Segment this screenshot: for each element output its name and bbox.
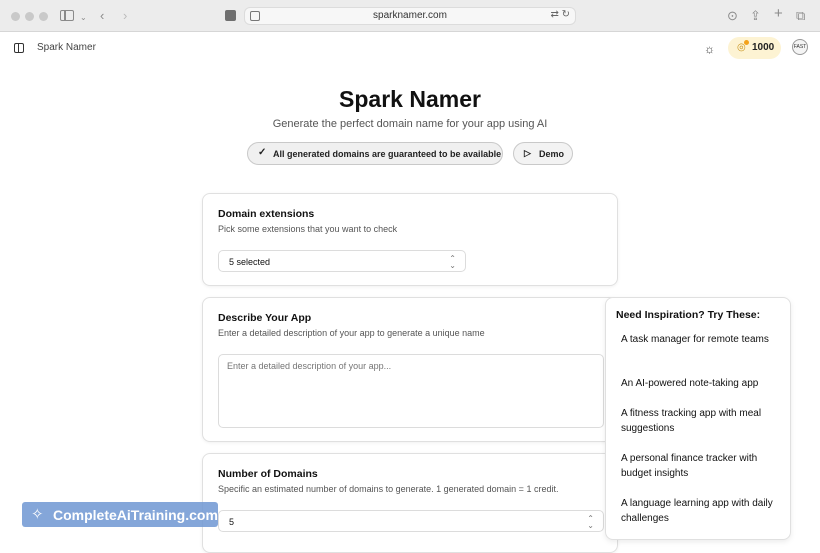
credits-badge[interactable]: ◎ 1000 [728,37,781,59]
forward-arrow-icon[interactable]: › [123,8,127,24]
play-icon: ▷ [524,148,531,158]
page-title: Spark Namer [339,86,481,112]
check-icon: ✓ [258,147,267,158]
domain-extensions-card: Domain extensions Pick some extensions t… [202,193,618,286]
inspiration-item[interactable]: A fitness tracking app with meal suggest… [621,406,781,436]
app-header: Spark Namer ☼ ◎ 1000 FAST [0,33,820,63]
minimize-window-button[interactable] [25,12,34,21]
inspiration-title: Need Inspiration? Try These: [616,309,761,321]
domain-extensions-description: Pick some extensions that you want to ch… [218,224,398,234]
inspiration-item[interactable]: A task manager for remote teams [621,332,781,347]
describe-app-description: Enter a detailed description of your app… [218,328,485,338]
number-of-domains-value: 5 [229,517,235,527]
watermark-text: CompleteAiTraining.com [53,507,218,523]
guarantee-badge: ✓ All generated domains are guaranteed t… [247,142,503,165]
sidebar-icon[interactable] [14,43,24,53]
chevron-up-down-icon[interactable]: ⌃ ⌄ [587,515,594,530]
download-icon[interactable]: ⊙ [727,8,738,24]
sun-icon[interactable]: ☼ [704,42,715,56]
back-arrow-icon[interactable]: ‹ [100,8,104,24]
number-of-domains-stepper[interactable]: 5 ⌃ ⌄ [218,510,604,532]
browser-toolbar: ⌄ ‹ › sparknamer.com ⇄ ↻ ⊙ ⇪ + ⧉ [0,0,820,32]
close-window-button[interactable] [11,12,20,21]
browser-sidebar-icon[interactable] [60,10,74,21]
watermark: ✧ CompleteAiTraining.com [22,502,218,527]
domain-extensions-title: Domain extensions [218,208,315,220]
site-favicon-icon [225,10,236,21]
number-of-domains-card: Number of Domains Specific an estimated … [202,453,618,553]
inspiration-item[interactable]: A personal finance tracker with budget i… [621,451,781,481]
app-description-textarea[interactable] [218,354,604,428]
describe-app-title: Describe Your App [218,312,312,324]
demo-label: Demo [539,149,565,159]
page-subtitle: Generate the perfect domain name for you… [272,118,548,130]
address-bar[interactable]: sparknamer.com ⇄ ↻ [244,7,576,25]
inspiration-item[interactable]: An AI-powered note-taking app [621,376,781,391]
translate-reload-icons[interactable]: ⇄ ↻ [550,9,570,20]
credits-value: 1000 [752,42,775,53]
inspiration-item[interactable]: A language learning app with daily chall… [621,496,781,526]
describe-app-card: Describe Your App Enter a detailed descr… [202,297,618,442]
chevron-down-icon[interactable]: ⌄ [80,10,87,26]
inspiration-panel: Need Inspiration? Try These: A task mana… [605,297,791,540]
tab-overview-icon[interactable]: ⧉ [796,8,805,24]
credits-dot [744,40,749,45]
share-icon[interactable]: ⇪ [750,8,761,24]
avatar[interactable]: FAST [792,39,808,55]
new-tab-icon[interactable]: + [774,6,783,22]
zoom-window-button[interactable] [39,12,48,21]
domain-extensions-select[interactable]: 5 selected ⌃ ⌄ [218,250,466,272]
number-of-domains-title: Number of Domains [218,468,318,480]
demo-button[interactable]: ▷ Demo [513,142,573,165]
domain-extensions-value: 5 selected [229,257,271,267]
guarantee-label: All generated domains are guaranteed to … [273,149,502,159]
sparkle-logo-icon: ✧ [31,506,44,523]
app-name: Spark Namer [37,42,96,53]
chevron-up-down-icon: ⌃ ⌄ [449,254,456,270]
number-of-domains-description: Specific an estimated number of domains … [218,484,559,494]
url-text: sparknamer.com [373,10,447,21]
